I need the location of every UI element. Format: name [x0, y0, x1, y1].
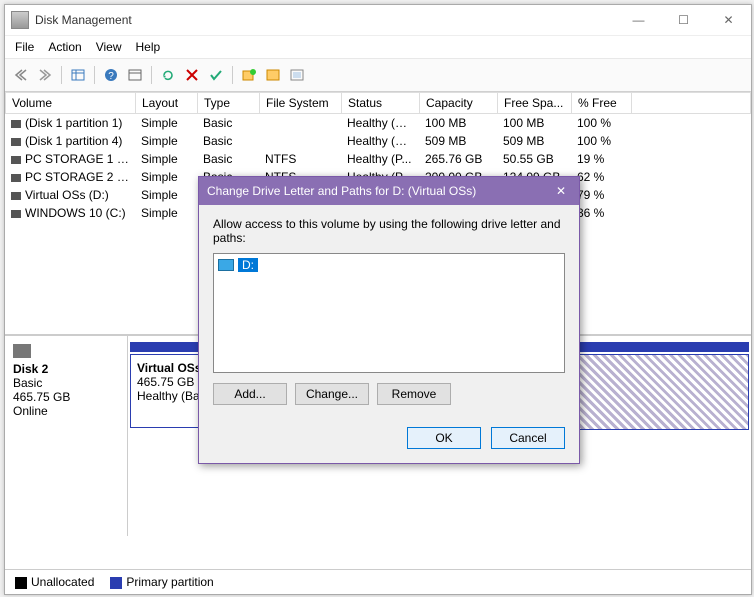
window-title: Disk Management: [35, 13, 616, 27]
volume-icon: [11, 120, 21, 128]
toolbar: ?: [5, 59, 751, 92]
svg-text:?: ?: [108, 71, 114, 82]
col-fs[interactable]: File System: [260, 93, 342, 114]
menu-help[interactable]: Help: [136, 40, 161, 54]
volume-icon: [11, 174, 21, 182]
dialog-hint: Allow access to this volume by using the…: [213, 217, 565, 245]
back-icon[interactable]: [11, 65, 31, 85]
volume-icon: [11, 156, 21, 164]
remove-button[interactable]: Remove: [377, 383, 451, 405]
change-button[interactable]: Change...: [295, 383, 369, 405]
menu-action[interactable]: Action: [48, 40, 81, 54]
disk-name: Disk 2: [13, 362, 119, 376]
col-pct[interactable]: % Free: [572, 93, 632, 114]
settings-icon[interactable]: [287, 65, 307, 85]
close-button[interactable]: ✕: [706, 5, 751, 35]
disk-icon: [13, 344, 31, 358]
help-icon[interactable]: ?: [101, 65, 121, 85]
wizard-icon[interactable]: [263, 65, 283, 85]
column-headers[interactable]: Volume Layout Type File System Status Ca…: [6, 93, 751, 114]
menu-file[interactable]: File: [15, 40, 34, 54]
disk-header[interactable]: Disk 2 Basic 465.75 GB Online: [5, 336, 128, 536]
menu-view[interactable]: View: [96, 40, 122, 54]
refresh-icon[interactable]: [158, 65, 178, 85]
ok-button[interactable]: OK: [407, 427, 481, 449]
drive-icon: [218, 259, 234, 271]
col-status[interactable]: Status: [342, 93, 420, 114]
delete-icon[interactable]: [182, 65, 202, 85]
volume-icon: [11, 210, 21, 218]
disk-size: 465.75 GB: [13, 390, 119, 404]
app-icon: [11, 11, 29, 29]
titlebar: Disk Management — ☐ ✕: [5, 5, 751, 36]
col-free[interactable]: Free Spa...: [498, 93, 572, 114]
legend-unallocated: Unallocated: [31, 575, 94, 589]
minimize-button[interactable]: —: [616, 5, 661, 35]
volume-icon: [11, 192, 21, 200]
table-view-icon[interactable]: [68, 65, 88, 85]
col-capacity[interactable]: Capacity: [420, 93, 498, 114]
legend-primary: Primary partition: [126, 575, 213, 589]
col-volume[interactable]: Volume: [6, 93, 136, 114]
table-row[interactable]: (Disk 1 partition 4)SimpleBasicHealthy (…: [5, 132, 751, 150]
col-type[interactable]: Type: [198, 93, 260, 114]
table-row[interactable]: PC STORAGE 1 (F:)SimpleBasicNTFSHealthy …: [5, 150, 751, 168]
dialog-title: Change Drive Letter and Paths for D: (Vi…: [207, 184, 476, 198]
table-row[interactable]: (Disk 1 partition 1)SimpleBasicHealthy (…: [5, 114, 751, 132]
check-icon[interactable]: [206, 65, 226, 85]
col-layout[interactable]: Layout: [136, 93, 198, 114]
disk-type: Basic: [13, 376, 119, 390]
add-button[interactable]: Add...: [213, 383, 287, 405]
forward-icon[interactable]: [35, 65, 55, 85]
swatch-primary: [110, 577, 122, 589]
swatch-unallocated: [15, 577, 27, 589]
drive-letter-list[interactable]: D:: [213, 253, 565, 373]
menubar: File Action View Help: [5, 36, 751, 59]
dialog-close-button[interactable]: ✕: [551, 184, 571, 198]
maximize-button[interactable]: ☐: [661, 5, 706, 35]
new-volume-icon[interactable]: [239, 65, 259, 85]
selected-drive-letter: D:: [238, 258, 258, 272]
cancel-button[interactable]: Cancel: [491, 427, 565, 449]
volume-icon: [11, 138, 21, 146]
properties-icon[interactable]: [125, 65, 145, 85]
disk-state: Online: [13, 404, 119, 418]
legend: Unallocated Primary partition: [5, 569, 751, 594]
dialog-titlebar[interactable]: Change Drive Letter and Paths for D: (Vi…: [199, 177, 579, 205]
list-item[interactable]: D:: [218, 258, 560, 272]
change-drive-letter-dialog: Change Drive Letter and Paths for D: (Vi…: [198, 176, 580, 464]
